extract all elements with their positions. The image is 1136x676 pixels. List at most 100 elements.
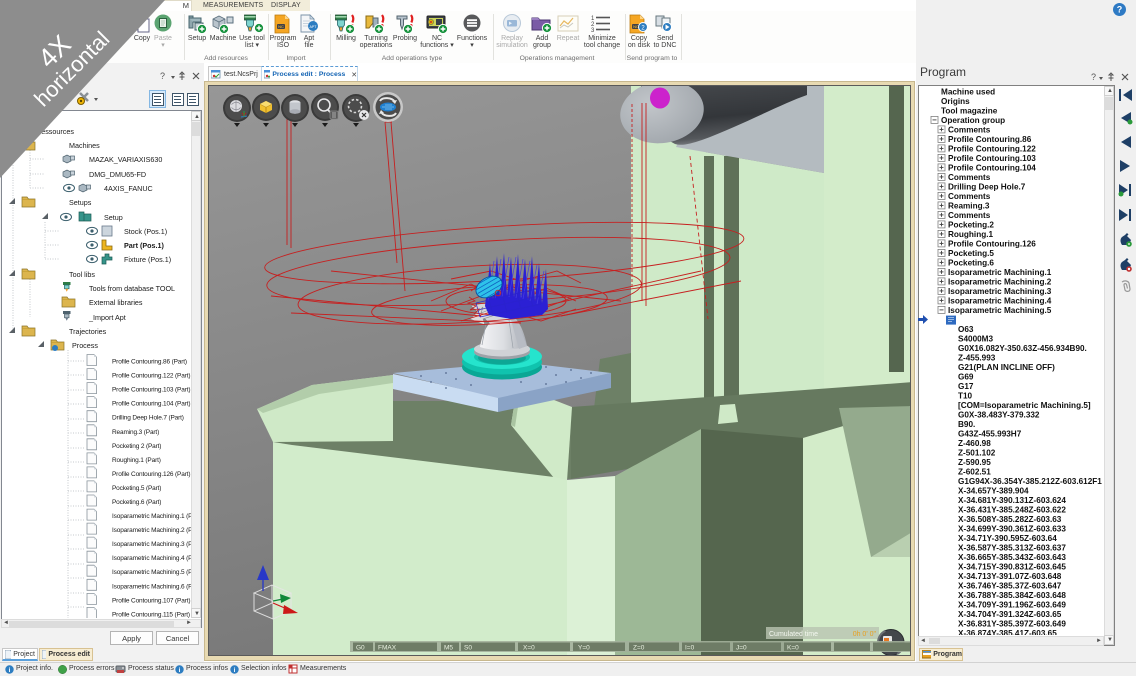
svg-text:G21(PLAN INCLINE OFF): G21(PLAN INCLINE OFF) bbox=[958, 363, 1055, 372]
svg-text:X-36.831Y-385.397Z-603.649: X-36.831Y-385.397Z-603.649 bbox=[958, 619, 1066, 628]
svg-text:Isoparametric Machining.4: Isoparametric Machining.4 bbox=[948, 296, 1052, 305]
svg-text:Operation group: Operation group bbox=[941, 116, 1005, 125]
svg-text:Profile Contouring.86 (Part): Profile Contouring.86 (Part) bbox=[112, 359, 187, 366]
svg-text:Z-460.98: Z-460.98 bbox=[958, 439, 991, 448]
svg-text:Z-602.51: Z-602.51 bbox=[958, 467, 991, 476]
svg-text:I=0: I=0 bbox=[685, 645, 695, 652]
svg-text:G69: G69 bbox=[958, 372, 974, 381]
svg-text:Z-501.102: Z-501.102 bbox=[958, 448, 996, 457]
svg-text:Stock (Pos.1): Stock (Pos.1) bbox=[124, 227, 167, 236]
svg-text:X-36.587Y-385.313Z-603.637: X-36.587Y-385.313Z-603.637 bbox=[958, 543, 1066, 552]
svg-text:X-36.665Y-385.343Z-603.643: X-36.665Y-385.343Z-603.643 bbox=[958, 553, 1066, 562]
svg-text:Machine used: Machine used bbox=[941, 87, 995, 96]
svg-text:Reaming.3 (Part): Reaming.3 (Part) bbox=[112, 429, 159, 436]
svg-text:Isoparametric Machining.3 (Pa: Isoparametric Machining.3 (Pa bbox=[112, 541, 191, 548]
svg-text:Drilling Deep Hole.7: Drilling Deep Hole.7 bbox=[948, 182, 1026, 191]
svg-text:K=0: K=0 bbox=[787, 645, 799, 652]
svg-text:_Import Apt: _Import Apt bbox=[88, 313, 126, 322]
svg-text:X=0: X=0 bbox=[523, 645, 535, 652]
svg-text:4AXIS_FANUC: 4AXIS_FANUC bbox=[104, 184, 153, 193]
svg-text:X-36.746Y-385.37Z-603.647: X-36.746Y-385.37Z-603.647 bbox=[958, 581, 1062, 590]
svg-text:Machines: Machines bbox=[69, 141, 100, 150]
svg-text:Pocketing.6: Pocketing.6 bbox=[948, 258, 994, 267]
svg-text:X-34.715Y-390.831Z-603.645: X-34.715Y-390.831Z-603.645 bbox=[958, 562, 1066, 571]
svg-text:Tools from database TOOL: Tools from database TOOL bbox=[89, 284, 175, 293]
svg-text:?: ? bbox=[1091, 72, 1096, 82]
svg-text:Comments: Comments bbox=[948, 192, 991, 201]
svg-text:Profile Contouring.104 (Part): Profile Contouring.104 (Part) bbox=[112, 401, 190, 408]
svg-text:X-34.681Y-390.131Z-603.624: X-34.681Y-390.131Z-603.624 bbox=[958, 496, 1066, 505]
svg-text:B90.: B90. bbox=[958, 420, 975, 429]
svg-text:O63: O63 bbox=[958, 325, 974, 334]
svg-text:G0X-38.483Y-379.332: G0X-38.483Y-379.332 bbox=[958, 410, 1040, 419]
svg-text:X-36.788Y-385.384Z-603.648: X-36.788Y-385.384Z-603.648 bbox=[958, 591, 1066, 600]
svg-text:Pocketing.5: Pocketing.5 bbox=[948, 249, 994, 258]
svg-text:Pocketing 2 (Part): Pocketing 2 (Part) bbox=[112, 443, 161, 450]
svg-text:S4000M3: S4000M3 bbox=[958, 334, 993, 343]
svg-text:Z-590.95: Z-590.95 bbox=[958, 458, 991, 467]
svg-text:X-34.699Y-390.361Z-603.633: X-34.699Y-390.361Z-603.633 bbox=[958, 524, 1066, 533]
svg-text:?: ? bbox=[1117, 5, 1123, 15]
svg-text:X-36.431Y-385.248Z-603.622: X-36.431Y-385.248Z-603.622 bbox=[958, 505, 1066, 514]
svg-text:Trajectories: Trajectories bbox=[69, 327, 107, 336]
svg-text:Reaming.3: Reaming.3 bbox=[948, 201, 990, 210]
svg-text:Roughing.1: Roughing.1 bbox=[948, 230, 993, 239]
svg-text:Z=0: Z=0 bbox=[633, 645, 645, 652]
svg-text:Roughing.1 (Part): Roughing.1 (Part) bbox=[112, 457, 161, 464]
svg-text:3: 3 bbox=[591, 28, 595, 34]
svg-text:Fixture (Pos.1): Fixture (Pos.1) bbox=[124, 255, 171, 264]
svg-text:Tool magazine: Tool magazine bbox=[941, 106, 998, 115]
svg-text:i: i bbox=[9, 667, 11, 674]
svg-text:G0: G0 bbox=[356, 645, 365, 652]
svg-text:G17: G17 bbox=[958, 382, 974, 391]
svg-text:Setups: Setups bbox=[69, 198, 92, 207]
svg-text:Setup: Setup bbox=[104, 213, 123, 222]
svg-text:Cumulated time: Cumulated time bbox=[769, 631, 818, 638]
svg-text:[COM=Isoparametric Machining.5: [COM=Isoparametric Machining.5] bbox=[958, 401, 1091, 410]
svg-text:Drilling Deep Hole.7 (Part): Drilling Deep Hole.7 (Part) bbox=[112, 415, 184, 422]
svg-text:X-34.713Y-391.07Z-603.648: X-34.713Y-391.07Z-603.648 bbox=[958, 572, 1062, 581]
svg-text:J=0: J=0 bbox=[736, 645, 747, 652]
svg-text:X-34.657Y-389.904: X-34.657Y-389.904 bbox=[958, 486, 1029, 495]
svg-text:Z-455.993: Z-455.993 bbox=[958, 353, 996, 362]
svg-text:?: ? bbox=[160, 71, 165, 81]
svg-text:X-34.71Y-390.595Z-603.64: X-34.71Y-390.595Z-603.64 bbox=[958, 534, 1057, 543]
svg-text:Profile Contouring.126: Profile Contouring.126 bbox=[948, 239, 1036, 248]
svg-text:G0X16.082Y-350.63Z-456.934B90.: G0X16.082Y-350.63Z-456.934B90. bbox=[958, 344, 1087, 353]
svg-text:Origins: Origins bbox=[941, 97, 970, 106]
svg-text:Comments: Comments bbox=[948, 173, 991, 182]
svg-text:M5: M5 bbox=[444, 645, 453, 652]
svg-text:Comments: Comments bbox=[948, 125, 991, 134]
svg-text:DMG_DMU65-FD: DMG_DMU65-FD bbox=[89, 170, 146, 179]
svg-text:Profile Contouring.115 (Part): Profile Contouring.115 (Part) bbox=[112, 611, 190, 618]
svg-text:Isoparametric Machining.3: Isoparametric Machining.3 bbox=[948, 287, 1052, 296]
svg-text:T10: T10 bbox=[958, 391, 973, 400]
svg-text:Isoparametric Machining.6 (Pa: Isoparametric Machining.6 (Pa bbox=[112, 583, 191, 590]
svg-text:X-34.709Y-391.196Z-603.649: X-34.709Y-391.196Z-603.649 bbox=[958, 600, 1066, 609]
svg-text:Isoparametric Machining.2: Isoparametric Machining.2 bbox=[948, 277, 1052, 286]
svg-text:Isoparametric Machining.5 (Pa: Isoparametric Machining.5 (Pa bbox=[112, 569, 191, 576]
svg-text:S0: S0 bbox=[464, 645, 472, 652]
svg-text:FMAX: FMAX bbox=[378, 645, 397, 652]
svg-text:Isoparametric Machining.2 (Pa: Isoparametric Machining.2 (Pa bbox=[112, 527, 191, 534]
svg-text:Pocketing.6 (Part): Pocketing.6 (Part) bbox=[112, 499, 161, 506]
svg-text:Y=0: Y=0 bbox=[578, 645, 590, 652]
svg-text:Profile Contouring.103 (Part): Profile Contouring.103 (Part) bbox=[112, 387, 190, 394]
svg-text:Profile Contouring.122: Profile Contouring.122 bbox=[948, 144, 1036, 153]
svg-text:Pocketing.5 (Part): Pocketing.5 (Part) bbox=[112, 485, 161, 492]
svg-text:Part (Pos.1): Part (Pos.1) bbox=[124, 241, 165, 250]
svg-text:Pocketing.2: Pocketing.2 bbox=[948, 220, 994, 229]
svg-text:Profile Contouring.126 (Part): Profile Contouring.126 (Part) bbox=[112, 471, 190, 478]
svg-text:Process: Process bbox=[72, 341, 98, 350]
svg-text:Profile Contouring.122 (Part): Profile Contouring.122 (Part) bbox=[112, 373, 190, 380]
svg-text:Profile Contouring.107 (Part): Profile Contouring.107 (Part) bbox=[112, 597, 190, 604]
svg-text:X-36.508Y-385.282Z-603.63: X-36.508Y-385.282Z-603.63 bbox=[958, 515, 1062, 524]
svg-text:0h 0' 0": 0h 0' 0" bbox=[853, 631, 877, 638]
svg-text:G43Z-455.993H7: G43Z-455.993H7 bbox=[958, 429, 1022, 438]
svg-text:i: i bbox=[179, 667, 181, 674]
svg-text:G1G94X-36.354Y-385.212Z-603.61: G1G94X-36.354Y-385.212Z-603.612F1 bbox=[958, 477, 1102, 486]
svg-text:Profile Contouring.104: Profile Contouring.104 bbox=[948, 163, 1036, 172]
svg-text:Isoparametric Machining.5: Isoparametric Machining.5 bbox=[948, 306, 1052, 315]
svg-text:X-34.704Y-391.324Z-603.65: X-34.704Y-391.324Z-603.65 bbox=[958, 610, 1062, 619]
svg-text:Isoparametric Machining.4 (Pa: Isoparametric Machining.4 (Pa bbox=[112, 555, 191, 562]
